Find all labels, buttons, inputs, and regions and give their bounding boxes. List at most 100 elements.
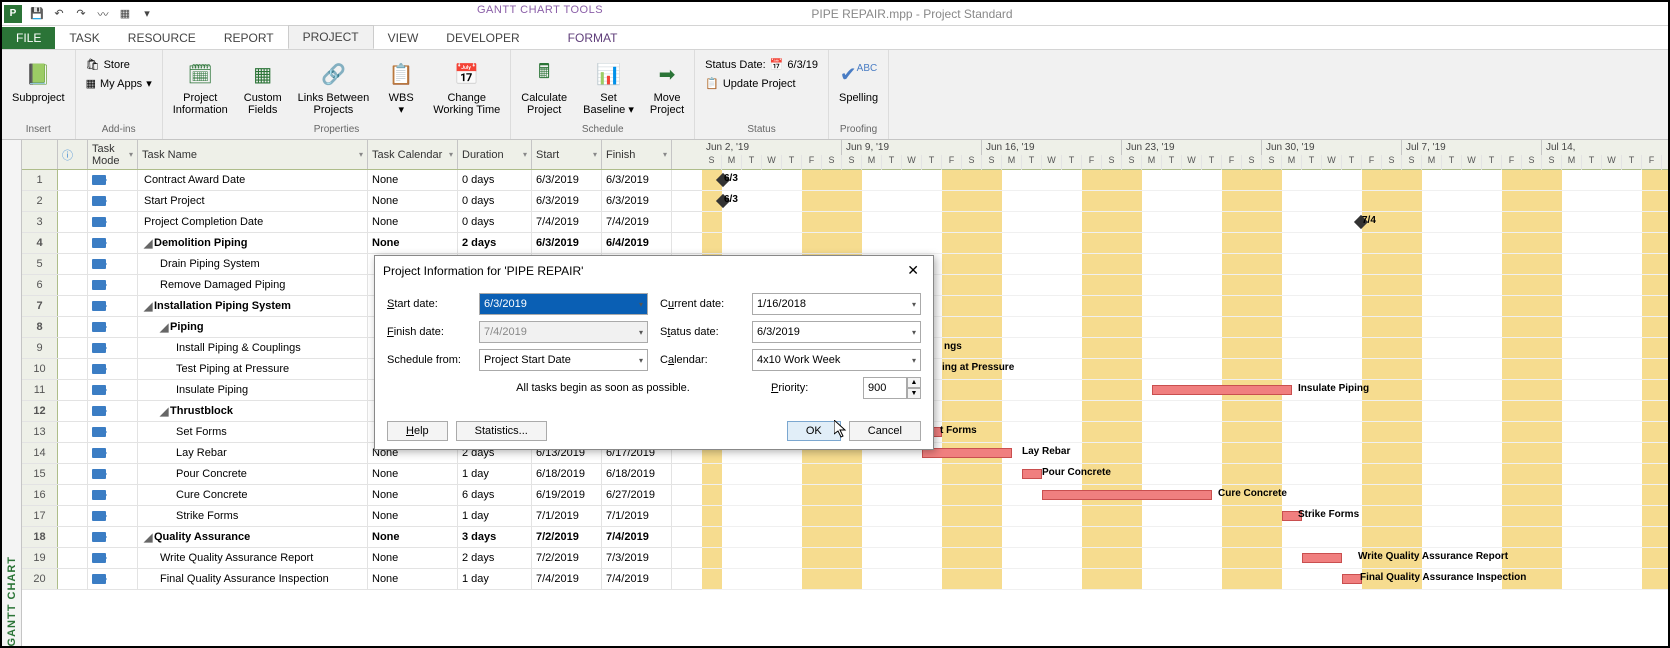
row-id[interactable]: 17 — [22, 506, 58, 526]
task-row[interactable]: 4 ◢Demolition Piping None 2 days 6/3/201… — [22, 233, 702, 254]
row-id[interactable]: 11 — [22, 380, 58, 400]
row-mode[interactable] — [88, 401, 138, 421]
row-mode[interactable] — [88, 275, 138, 295]
col-start[interactable]: Start▾ — [532, 140, 602, 169]
col-mode[interactable]: Task Mode▾ — [88, 140, 138, 169]
row-id[interactable]: 12 — [22, 401, 58, 421]
row-mode[interactable] — [88, 170, 138, 190]
row-id[interactable]: 14 — [22, 443, 58, 463]
custom-fields-button[interactable]: ▦CustomFields — [240, 56, 286, 118]
row-start[interactable]: 7/2/2019 — [532, 527, 602, 547]
row-dur[interactable]: 2 days — [458, 233, 532, 253]
row-mode[interactable] — [88, 485, 138, 505]
row-start[interactable]: 6/3/2019 — [532, 170, 602, 190]
outline-toggle-icon[interactable]: ◢ — [160, 321, 170, 334]
outline-toggle-icon[interactable]: ◢ — [144, 531, 154, 544]
gantt-row[interactable]: Strike Forms — [702, 506, 1668, 527]
row-dur[interactable]: 2 days — [458, 548, 532, 568]
row-dur[interactable]: 1 day — [458, 569, 532, 589]
row-info[interactable] — [58, 275, 88, 295]
row-name[interactable]: Strike Forms — [138, 506, 368, 526]
row-id[interactable]: 10 — [22, 359, 58, 379]
row-info[interactable] — [58, 317, 88, 337]
row-start[interactable]: 7/2/2019 — [532, 548, 602, 568]
schedule-from-input[interactable]: Project Start Date▾ — [479, 349, 648, 371]
row-cal[interactable]: None — [368, 527, 458, 547]
row-id[interactable]: 18 — [22, 527, 58, 547]
row-id[interactable]: 5 — [22, 254, 58, 274]
row-info[interactable] — [58, 422, 88, 442]
tab-developer[interactable]: DEVELOPER — [432, 27, 533, 49]
row-info[interactable] — [58, 296, 88, 316]
row-name[interactable]: ◢Demolition Piping — [138, 233, 368, 253]
row-mode[interactable] — [88, 443, 138, 463]
row-id[interactable]: 13 — [22, 422, 58, 442]
chart-icon[interactable]: 〰 — [92, 4, 114, 24]
row-finish[interactable]: 7/3/2019 — [602, 548, 672, 568]
row-finish[interactable]: 6/18/2019 — [602, 464, 672, 484]
gantt-row[interactable]: Pour Concrete — [702, 464, 1668, 485]
row-start[interactable]: 7/1/2019 — [532, 506, 602, 526]
row-dur[interactable]: 6 days — [458, 485, 532, 505]
wbs-button[interactable]: 📋WBS▾ — [381, 56, 421, 118]
task-bar[interactable] — [1302, 553, 1342, 563]
row-mode[interactable] — [88, 380, 138, 400]
tab-task[interactable]: TASK — [55, 27, 113, 49]
row-info[interactable] — [58, 212, 88, 232]
gantt-row[interactable]: 6/3 — [702, 170, 1668, 191]
row-info[interactable] — [58, 254, 88, 274]
myapps-button[interactable]: ▦My Apps ▾ — [82, 75, 156, 92]
row-start[interactable]: 6/3/2019 — [532, 191, 602, 211]
row-name[interactable]: Install Piping & Couplings — [138, 338, 368, 358]
row-finish[interactable]: 7/4/2019 — [602, 212, 672, 232]
row-name[interactable]: Final Quality Assurance Inspection — [138, 569, 368, 589]
gantt-row[interactable] — [702, 527, 1668, 548]
move-button[interactable]: ➡MoveProject — [646, 56, 688, 118]
task-row[interactable]: 18 ◢Quality Assurance None 3 days 7/2/20… — [22, 527, 702, 548]
row-start[interactable]: 7/4/2019 — [532, 569, 602, 589]
cancel-button[interactable]: Cancel — [849, 421, 921, 441]
task-bar[interactable] — [1152, 385, 1292, 395]
row-name[interactable]: Lay Rebar — [138, 443, 368, 463]
row-info[interactable] — [58, 506, 88, 526]
calculate-button[interactable]: 🖩CalculateProject — [517, 56, 571, 118]
statistics-button[interactable]: Statistics... — [456, 421, 547, 441]
row-info[interactable] — [58, 464, 88, 484]
table-icon[interactable]: ▦ — [114, 4, 136, 24]
row-mode[interactable] — [88, 359, 138, 379]
row-cal[interactable]: None — [368, 548, 458, 568]
tab-report[interactable]: REPORT — [210, 27, 288, 49]
row-id[interactable]: 16 — [22, 485, 58, 505]
row-name[interactable]: Start Project — [138, 191, 368, 211]
outline-toggle-icon[interactable]: ◢ — [160, 405, 170, 418]
task-bar[interactable] — [1042, 490, 1212, 500]
redo-icon[interactable]: ↷ — [70, 4, 92, 24]
task-row[interactable]: 20 Final Quality Assurance Inspection No… — [22, 569, 702, 590]
row-dur[interactable]: 0 days — [458, 212, 532, 232]
row-name[interactable]: ◢Thrustblock — [138, 401, 368, 421]
row-mode[interactable] — [88, 254, 138, 274]
row-cal[interactable]: None — [368, 212, 458, 232]
row-info[interactable] — [58, 569, 88, 589]
row-info[interactable] — [58, 443, 88, 463]
row-mode[interactable] — [88, 464, 138, 484]
row-id[interactable]: 7 — [22, 296, 58, 316]
row-info[interactable] — [58, 401, 88, 421]
row-mode[interactable] — [88, 506, 138, 526]
spelling-button[interactable]: ✔ABCSpelling — [835, 56, 882, 106]
row-mode[interactable] — [88, 548, 138, 568]
tab-project[interactable]: PROJECT — [288, 25, 374, 49]
col-duration[interactable]: Duration▾ — [458, 140, 532, 169]
save-icon[interactable]: 💾 — [26, 4, 48, 24]
row-id[interactable]: 9 — [22, 338, 58, 358]
row-id[interactable]: 4 — [22, 233, 58, 253]
row-cal[interactable]: None — [368, 506, 458, 526]
task-row[interactable]: 16 Cure Concrete None 6 days 6/19/2019 6… — [22, 485, 702, 506]
row-info[interactable] — [58, 170, 88, 190]
help-button[interactable]: Help — [387, 421, 448, 441]
row-info[interactable] — [58, 485, 88, 505]
row-cal[interactable]: None — [368, 485, 458, 505]
links-button[interactable]: 🔗Links BetweenProjects — [294, 56, 374, 118]
row-id[interactable]: 1 — [22, 170, 58, 190]
ok-button[interactable]: OK — [787, 421, 841, 441]
